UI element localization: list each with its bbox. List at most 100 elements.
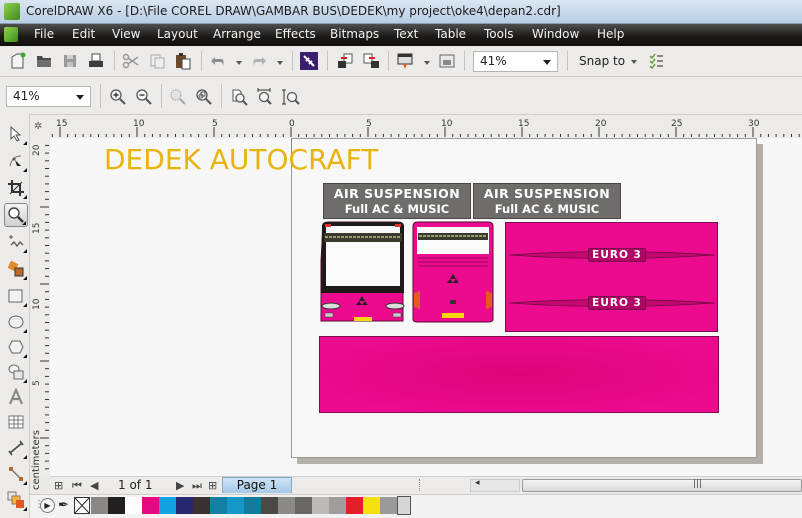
text-tool-button[interactable]: [4, 385, 28, 409]
menu-view[interactable]: View: [112, 27, 140, 41]
snap-options-button[interactable]: [645, 50, 667, 72]
color-swatch[interactable]: [244, 497, 261, 514]
table-tool-button[interactable]: [4, 410, 28, 434]
color-swatch[interactable]: [346, 497, 363, 514]
color-swatch[interactable]: [261, 497, 278, 514]
air-suspension-badge[interactable]: AIR SUSPENSION Full AC & MUSIC: [323, 183, 471, 219]
basic-shapes-tool-button[interactable]: [4, 360, 28, 384]
color-swatch[interactable]: [227, 497, 244, 514]
ellipse-tool-button[interactable]: [4, 310, 28, 334]
open-button[interactable]: [33, 50, 55, 72]
palette-more-button[interactable]: [397, 496, 411, 515]
scrollbar-left-arrow[interactable]: ◂: [470, 478, 520, 492]
menu-window[interactable]: Window: [532, 27, 579, 41]
last-page-icon[interactable]: ⏭: [192, 479, 202, 493]
import-button[interactable]: [334, 50, 356, 72]
dimension-tool-button[interactable]: [4, 436, 28, 460]
menu-bitmaps[interactable]: Bitmaps: [330, 27, 379, 41]
color-swatch[interactable]: [176, 497, 193, 514]
eyedropper-icon[interactable]: ✒: [58, 498, 69, 513]
zoom-level-combo[interactable]: 41%: [473, 51, 558, 72]
previous-page-icon[interactable]: ◀: [90, 479, 98, 492]
brand-text[interactable]: DEDEK AUTOCRAFT: [104, 143, 378, 176]
zoom-in-button[interactable]: [107, 86, 129, 108]
export-button[interactable]: [360, 50, 382, 72]
menu-effects[interactable]: Effects: [275, 27, 316, 41]
color-swatch[interactable]: [125, 497, 142, 514]
smart-fill-tool-button[interactable]: [4, 257, 28, 281]
color-swatch[interactable]: [91, 497, 108, 514]
color-swatch[interactable]: [363, 497, 380, 514]
color-swatch[interactable]: [380, 497, 397, 514]
search-content-button[interactable]: [298, 50, 320, 72]
pick-tool-button[interactable]: [4, 122, 28, 146]
zoom-page-height-button[interactable]: [280, 86, 302, 108]
add-page-after-icon[interactable]: ⊞: [208, 479, 217, 492]
menu-help[interactable]: Help: [597, 27, 624, 41]
add-page-before-icon[interactable]: ⊞: [54, 479, 63, 492]
palette-scroll-play-icon[interactable]: ▶: [40, 498, 55, 513]
color-swatch[interactable]: [210, 497, 227, 514]
document-menu-icon[interactable]: [4, 27, 18, 42]
menu-edit[interactable]: Edit: [72, 27, 95, 41]
scrollbar-thumb[interactable]: |||: [522, 479, 802, 492]
zoom-out-button[interactable]: [133, 86, 155, 108]
bus-front-drawing[interactable]: [319, 221, 407, 324]
menu-arrange[interactable]: Arrange: [213, 27, 261, 41]
rectangle-tool-button[interactable]: [4, 284, 28, 308]
ruler-origin-icon[interactable]: ✲: [34, 121, 42, 132]
menu-file[interactable]: File: [34, 27, 54, 41]
menu-table[interactable]: Table: [435, 27, 466, 41]
horizontal-ruler[interactable]: ✲ 15 10 5 0 5 10 15 20 25 30: [30, 114, 802, 138]
save-button[interactable]: [59, 50, 81, 72]
zoom-all-objects-button[interactable]: [193, 86, 215, 108]
cut-button[interactable]: [120, 50, 142, 72]
freehand-tool-button[interactable]: [4, 230, 28, 254]
snap-to-button[interactable]: Snap to: [579, 54, 625, 68]
color-swatch[interactable]: [108, 497, 125, 514]
scrollbar-splitter[interactable]: [419, 479, 421, 491]
zoom-tool-button[interactable]: [4, 203, 28, 227]
copy-button[interactable]: [146, 50, 168, 72]
bus-rear-drawing[interactable]: [410, 221, 496, 324]
crop-tool-button[interactable]: [4, 176, 28, 200]
next-page-icon[interactable]: ▶: [176, 479, 184, 492]
vertical-ruler[interactable]: 20 15 10 5 centimeters: [30, 138, 50, 490]
interactive-fill-tool-button[interactable]: [4, 488, 28, 512]
color-swatch[interactable]: [278, 497, 295, 514]
connector-tool-button[interactable]: [4, 462, 28, 486]
zoom-page-button[interactable]: [228, 86, 250, 108]
new-document-button[interactable]: [7, 50, 29, 72]
euro3-panel[interactable]: EURO 3 EURO 3: [505, 222, 718, 332]
page-tab[interactable]: Page 1: [222, 477, 292, 493]
color-swatch[interactable]: [159, 497, 176, 514]
first-page-icon[interactable]: ⏮: [72, 479, 82, 493]
drawing-canvas[interactable]: DEDEK AUTOCRAFT AIR SUSPENSION Full AC &…: [50, 138, 802, 476]
horizontal-scrollbar[interactable]: ◂ |||: [470, 478, 802, 492]
color-swatch[interactable]: [312, 497, 329, 514]
air-suspension-badge[interactable]: AIR SUSPENSION Full AC & MUSIC: [473, 183, 621, 219]
redo-button[interactable]: [248, 50, 270, 72]
color-swatch[interactable]: [329, 497, 346, 514]
publish-dropdown-icon[interactable]: [424, 61, 430, 65]
shape-tool-button[interactable]: [4, 149, 28, 173]
publish-pdf-button[interactable]: [394, 50, 416, 72]
undo-button[interactable]: [207, 50, 229, 72]
menu-layout[interactable]: Layout: [157, 27, 198, 41]
application-launcher-button[interactable]: [436, 50, 458, 72]
zoom-levels-combo[interactable]: 41%: [6, 86, 91, 107]
menu-text[interactable]: Text: [394, 27, 418, 41]
redo-dropdown-icon[interactable]: [277, 61, 283, 65]
paste-button[interactable]: [172, 50, 194, 72]
color-swatch[interactable]: [193, 497, 210, 514]
menu-tools[interactable]: Tools: [484, 27, 514, 41]
color-swatch[interactable]: [295, 497, 312, 514]
zoom-page-width-button[interactable]: [254, 86, 276, 108]
polygon-tool-button[interactable]: [4, 335, 28, 359]
print-button[interactable]: [85, 50, 107, 72]
zoom-selected-button[interactable]: [167, 86, 189, 108]
no-fill-swatch[interactable]: [74, 497, 90, 514]
undo-dropdown-icon[interactable]: [236, 61, 242, 65]
snap-to-dropdown-icon[interactable]: [631, 60, 637, 64]
color-swatch[interactable]: [142, 497, 159, 514]
